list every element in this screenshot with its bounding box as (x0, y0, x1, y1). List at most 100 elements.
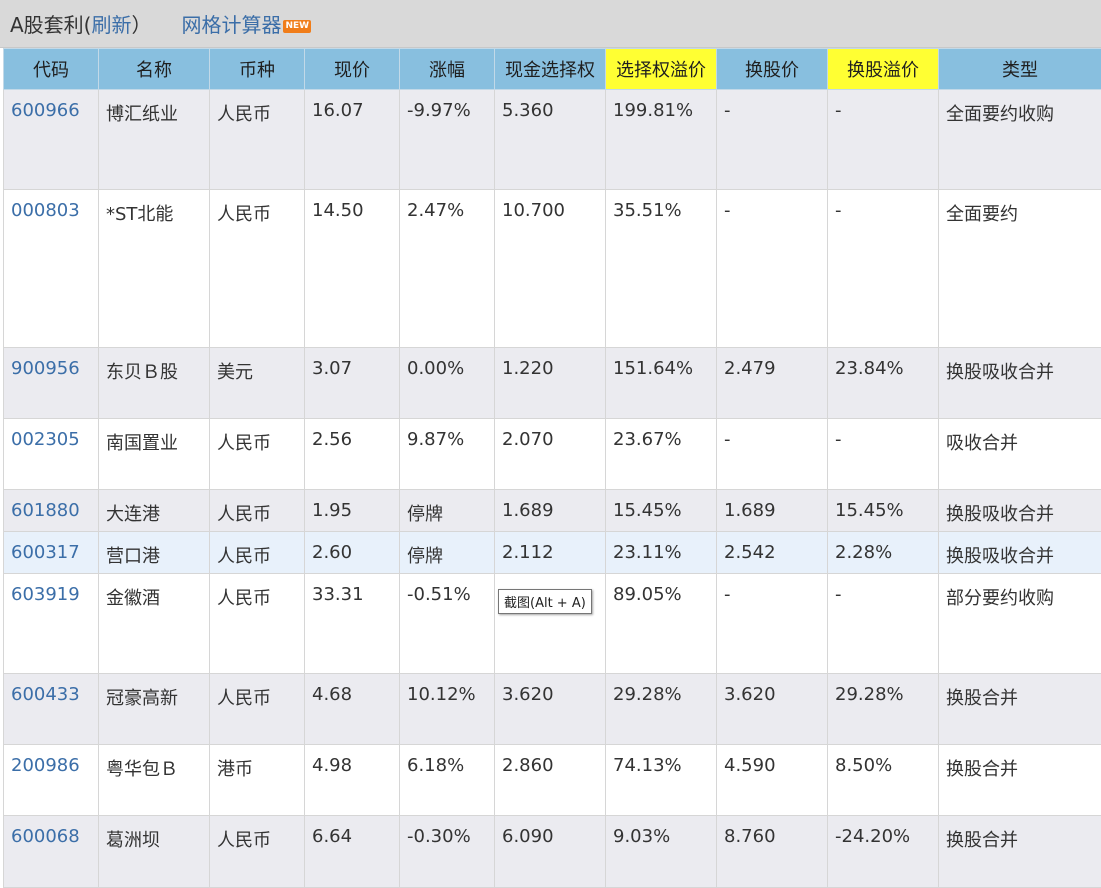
table-row: 200986 粤华包Ｂ 港币 4.98 6.18% 2.860 74.13% 4… (4, 745, 1101, 816)
currency-cell: 人民币 (210, 90, 305, 190)
table-row: 002305 南国置业 人民币 2.56 9.87% 2.070 23.67% … (4, 419, 1101, 490)
swap-premium-cell: - (828, 190, 939, 348)
arbitrage-table: 代码 名称 币种 现价 涨幅 现金选择权 选择权溢价 换股价 换股溢价 类型 6… (3, 48, 1101, 888)
currency-cell: 美元 (210, 348, 305, 419)
table-header-row: 代码 名称 币种 现价 涨幅 现金选择权 选择权溢价 换股价 换股溢价 类型 (4, 49, 1101, 90)
option-premium-cell: 151.64% (606, 348, 717, 419)
table-row: 900956 东贝Ｂ股 美元 3.07 0.00% 1.220 151.64% … (4, 348, 1101, 419)
currency-cell: 人民币 (210, 190, 305, 348)
stock-name-cell: 葛洲坝 (99, 816, 210, 888)
stock-name-cell: 冠豪高新 (99, 674, 210, 745)
currency-cell: 人民币 (210, 419, 305, 490)
screenshot-tooltip: 截图(Alt + A) (498, 589, 592, 614)
option-premium-cell: 35.51% (606, 190, 717, 348)
refresh-link[interactable]: 刷新 (91, 9, 131, 38)
change-cell: 6.18% (400, 745, 495, 816)
price-cell: 2.56 (305, 419, 400, 490)
swap-price-cell: - (717, 90, 828, 190)
swap-premium-cell: -24.20% (828, 816, 939, 888)
page-title: A股套利( (10, 9, 91, 38)
stock-code-link[interactable]: 200986 (11, 755, 80, 776)
change-cell: 停牌 (400, 490, 495, 532)
swap-premium-cell: - (828, 419, 939, 490)
price-cell: 3.07 (305, 348, 400, 419)
swap-price-cell: - (717, 419, 828, 490)
column-header-change[interactable]: 涨幅 (400, 49, 495, 90)
swap-premium-cell: 29.28% (828, 674, 939, 745)
change-cell: -0.30% (400, 816, 495, 888)
currency-cell: 人民币 (210, 574, 305, 674)
column-header-price[interactable]: 现价 (305, 49, 400, 90)
column-header-name[interactable]: 名称 (99, 49, 210, 90)
stock-code-link[interactable]: 600317 (11, 542, 80, 563)
swap-price-cell: - (717, 574, 828, 674)
stock-name-cell: *ST北能 (99, 190, 210, 348)
column-header-code[interactable]: 代码 (4, 49, 99, 90)
stock-name-cell: 金徽酒 (99, 574, 210, 674)
price-cell: 33.31 (305, 574, 400, 674)
swap-price-cell: - (717, 190, 828, 348)
grid-calculator-link[interactable]: 网格计算器 (181, 9, 281, 38)
cash-option-cell: 2.112 (495, 532, 606, 574)
column-header-swap-premium[interactable]: 换股溢价 (828, 49, 939, 90)
stock-code-link[interactable]: 603919 (11, 584, 80, 605)
currency-cell: 人民币 (210, 674, 305, 745)
title-close-paren: ） (131, 9, 151, 38)
swap-premium-cell: 15.45% (828, 490, 939, 532)
stock-code-link[interactable]: 600068 (11, 826, 80, 847)
column-header-cash-option[interactable]: 现金选择权 (495, 49, 606, 90)
swap-price-cell: 8.760 (717, 816, 828, 888)
column-header-currency[interactable]: 币种 (210, 49, 305, 90)
change-cell: 2.47% (400, 190, 495, 348)
swap-price-cell: 1.689 (717, 490, 828, 532)
new-badge: NEW (283, 20, 311, 33)
cash-option-cell: 1.220 (495, 348, 606, 419)
type-cell: 换股合并 (939, 745, 1101, 816)
stock-name-cell: 东贝Ｂ股 (99, 348, 210, 419)
price-cell: 2.60 (305, 532, 400, 574)
column-header-option-premium[interactable]: 选择权溢价 (606, 49, 717, 90)
table-row: 600966 博汇纸业 人民币 16.07 -9.97% 5.360 199.8… (4, 90, 1101, 190)
swap-premium-cell: 23.84% (828, 348, 939, 419)
stock-name-cell: 南国置业 (99, 419, 210, 490)
currency-cell: 人民币 (210, 490, 305, 532)
swap-premium-cell: 2.28% (828, 532, 939, 574)
swap-price-cell: 2.479 (717, 348, 828, 419)
type-cell: 吸收合并 (939, 419, 1101, 490)
currency-cell: 人民币 (210, 532, 305, 574)
cash-option-cell: 2.860 (495, 745, 606, 816)
swap-price-cell: 4.590 (717, 745, 828, 816)
column-header-swap-price[interactable]: 换股价 (717, 49, 828, 90)
option-premium-cell: 199.81% (606, 90, 717, 190)
cash-option-cell: 6.090 (495, 816, 606, 888)
page-title-bar: A股套利( 刷新 ） 网格计算器 NEW (0, 0, 1101, 48)
column-header-type[interactable]: 类型 (939, 49, 1101, 90)
price-cell: 14.50 (305, 190, 400, 348)
option-premium-cell: 74.13% (606, 745, 717, 816)
cash-option-cell: 10.700 (495, 190, 606, 348)
price-cell: 16.07 (305, 90, 400, 190)
change-cell: 停牌 (400, 532, 495, 574)
stock-code-link[interactable]: 600433 (11, 684, 80, 705)
type-cell: 换股合并 (939, 816, 1101, 888)
stock-code-link[interactable]: 600966 (11, 100, 80, 121)
stock-code-link[interactable]: 601880 (11, 500, 80, 521)
type-cell: 全面要约 (939, 190, 1101, 348)
swap-premium-cell: - (828, 574, 939, 674)
type-cell: 部分要约收购 (939, 574, 1101, 674)
cash-option-cell: 5.360 (495, 90, 606, 190)
stock-code-link[interactable]: 000803 (11, 200, 80, 221)
change-cell: 0.00% (400, 348, 495, 419)
stock-code-link[interactable]: 002305 (11, 429, 80, 450)
price-cell: 4.98 (305, 745, 400, 816)
option-premium-cell: 9.03% (606, 816, 717, 888)
option-premium-cell: 89.05% (606, 574, 717, 674)
type-cell: 换股合并 (939, 674, 1101, 745)
stock-name-cell: 博汇纸业 (99, 90, 210, 190)
table-row: 000803 *ST北能 人民币 14.50 2.47% 10.700 35.5… (4, 190, 1101, 348)
option-premium-cell: 23.11% (606, 532, 717, 574)
change-cell: -0.51% (400, 574, 495, 674)
table-row: 600433 冠豪高新 人民币 4.68 10.12% 3.620 29.28%… (4, 674, 1101, 745)
stock-name-cell: 大连港 (99, 490, 210, 532)
stock-code-link[interactable]: 900956 (11, 358, 80, 379)
